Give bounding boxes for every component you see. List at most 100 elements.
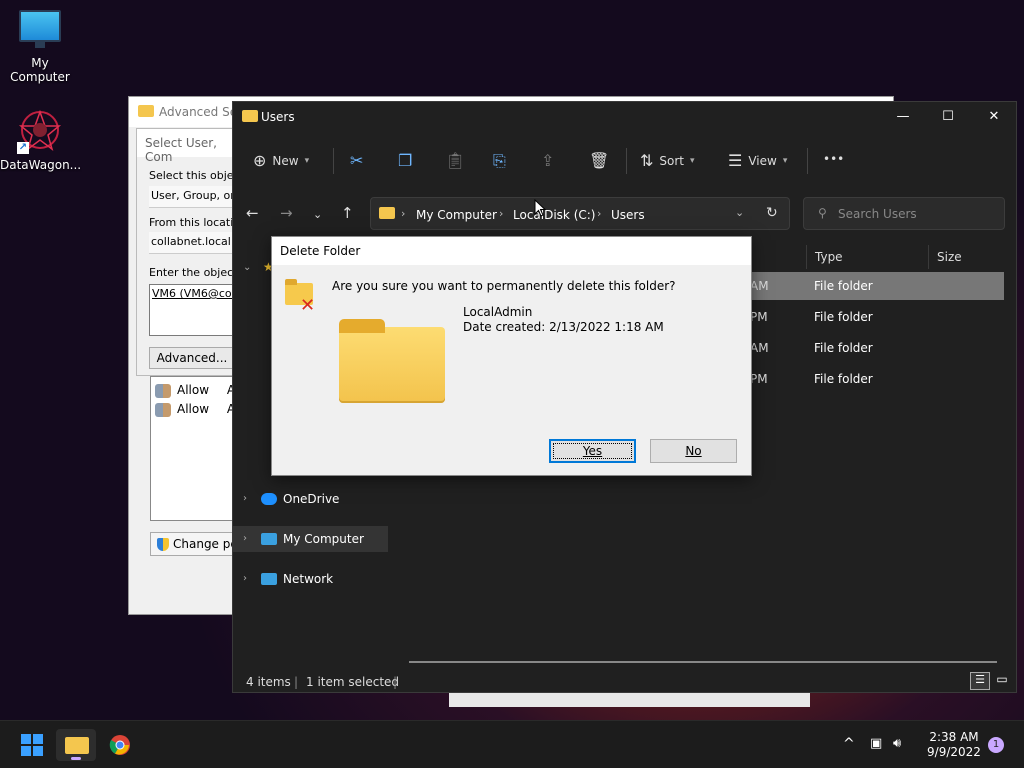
- item-count: 4 items: [246, 675, 291, 689]
- view-button[interactable]: ☰ View ▾: [728, 151, 787, 170]
- permission-entry[interactable]: Allow A: [155, 402, 235, 417]
- clock[interactable]: 2:38 AM 9/9/2022: [920, 730, 988, 760]
- nav-item-my-computer[interactable]: › My Computer: [233, 526, 388, 552]
- start-button[interactable]: [12, 729, 52, 761]
- permission-type: Allow: [177, 383, 210, 397]
- taskbar-chrome[interactable]: [100, 729, 140, 761]
- yes-label: Yes: [582, 444, 603, 458]
- cut-button[interactable]: ✂: [350, 151, 363, 170]
- breadcrumb-chevron-icon: ›: [401, 207, 406, 220]
- chevron-down-icon[interactable]: ⌄: [735, 206, 744, 219]
- chevron-down-icon: ▾: [304, 155, 310, 166]
- computer-icon: [261, 533, 277, 545]
- chevron-up-icon[interactable]: ^: [843, 736, 855, 752]
- copy-button[interactable]: ❐: [398, 151, 412, 170]
- active-indicator: [71, 757, 81, 760]
- table-row[interactable]: PM File folder: [744, 303, 1004, 331]
- notification-badge[interactable]: 1: [988, 737, 1004, 753]
- breadcrumb-users[interactable]: Users: [611, 208, 645, 222]
- search-input[interactable]: [838, 204, 998, 224]
- object-type-label: Select this object: [149, 169, 244, 182]
- no-button[interactable]: No: [650, 439, 737, 463]
- date-modified: AM: [750, 341, 769, 355]
- more-options-button[interactable]: •••: [823, 152, 844, 166]
- background-window-edge: [449, 693, 810, 707]
- nav-item-network[interactable]: › Network: [233, 566, 388, 592]
- file-type: File folder: [814, 341, 873, 355]
- plus-circle-icon: ⊕: [253, 151, 267, 170]
- breadcrumb-chevron-icon: ›: [499, 207, 504, 220]
- scissors-icon: ✂: [350, 151, 364, 170]
- table-row[interactable]: PM File folder: [744, 365, 1004, 393]
- column-header-size[interactable]: Size: [928, 245, 1008, 269]
- share-icon: ⇪: [541, 151, 555, 170]
- volume-icon[interactable]: 🔊︎: [893, 736, 901, 751]
- nav-item-label: Network: [283, 572, 334, 586]
- network-tray-icon[interactable]: ▣: [870, 736, 882, 751]
- nav-item-label: My Computer: [283, 532, 364, 546]
- paste-button[interactable]: 📋︎: [445, 151, 465, 170]
- nav-item-label: OneDrive: [283, 492, 340, 506]
- advanced-button[interactable]: Advanced...: [149, 347, 235, 369]
- folder-date-created: Date created: 2/13/2022 1:18 AM: [463, 320, 664, 334]
- confirm-question: Are you sure you want to permanently del…: [332, 279, 676, 293]
- back-button[interactable]: ←: [246, 204, 259, 222]
- breadcrumb-local-disk[interactable]: LocalDisk (C:): [513, 208, 595, 222]
- table-row[interactable]: AM File folder: [744, 334, 1004, 362]
- status-bar: 4 items | 1 item selected | ☰ ▭: [233, 672, 1016, 692]
- permission-entries-list: Allow A Allow A: [150, 376, 240, 521]
- minimize-button[interactable]: —: [880, 102, 926, 132]
- new-label: New: [272, 153, 299, 168]
- chevron-down-icon[interactable]: ⌄: [243, 262, 251, 273]
- change-permissions-button[interactable]: Change pe: [150, 532, 240, 556]
- large-folder-icon: [339, 319, 445, 403]
- red-x-icon: ✕: [300, 295, 316, 316]
- column-header-type[interactable]: Type: [806, 245, 921, 269]
- search-box[interactable]: ⚲: [803, 197, 1005, 230]
- share-button[interactable]: ⇪: [541, 151, 554, 170]
- explorer-titlebar[interactable]: Users — ☐ ✕: [233, 102, 1016, 132]
- maximize-button[interactable]: ☐: [925, 102, 971, 132]
- forward-button[interactable]: →: [280, 204, 293, 222]
- toolbar-separator: [807, 148, 808, 174]
- recent-locations-chevron-icon[interactable]: ⌄: [313, 208, 322, 221]
- desktop-icon-my-computer[interactable]: My Computer: [0, 10, 80, 84]
- refresh-icon[interactable]: ↻: [766, 205, 778, 221]
- status-separator: |: [294, 675, 299, 689]
- horizontal-scrollbar[interactable]: [409, 661, 997, 663]
- rename-icon: ⎘: [493, 151, 506, 170]
- folder-icon: [242, 110, 258, 122]
- details-view-icon[interactable]: ☰: [970, 672, 990, 690]
- delete-button[interactable]: 🗑︎: [589, 151, 609, 170]
- delete-folder-dialog: Delete Folder ✕ Are you sure you want to…: [271, 236, 752, 476]
- new-button[interactable]: ⊕ New ▾: [253, 151, 309, 170]
- sort-button[interactable]: ⇅ Sort ▾: [640, 151, 695, 170]
- toolbar-separator: [333, 148, 334, 174]
- file-type: File folder: [814, 279, 873, 293]
- chevron-right-icon: ›: [243, 573, 247, 584]
- users-icon: [155, 402, 171, 417]
- desktop-icon-datawagon[interactable]: ↗ DataWagon...: [0, 108, 81, 172]
- chrome-icon: [109, 735, 130, 755]
- address-bar[interactable]: › My Computer › LocalDisk (C:) › Users ⌄…: [370, 197, 790, 230]
- up-button[interactable]: ↑: [341, 204, 354, 222]
- breadcrumb-my-computer[interactable]: My Computer: [416, 208, 497, 222]
- chevron-down-icon: ▾: [690, 155, 695, 166]
- permission-entry[interactable]: Allow A: [155, 383, 235, 398]
- rename-button[interactable]: ⎘: [493, 151, 506, 171]
- close-button[interactable]: ✕: [971, 102, 1017, 132]
- yes-button[interactable]: Yes: [549, 439, 636, 463]
- dialog-title: Delete Folder: [272, 237, 751, 265]
- folder-icon: [379, 207, 395, 219]
- date-modified: PM: [750, 310, 768, 324]
- table-row[interactable]: AM File folder: [744, 272, 1004, 300]
- nav-item-onedrive[interactable]: › OneDrive: [233, 486, 388, 512]
- taskbar-file-explorer[interactable]: [56, 729, 96, 761]
- folder-icon: [65, 737, 89, 754]
- chevron-right-icon: ›: [243, 533, 247, 544]
- thumbnails-view-icon[interactable]: ▭: [993, 672, 1011, 690]
- folder-name: LocalAdmin: [463, 305, 533, 319]
- shortcut-arrow-icon: ↗: [17, 142, 29, 154]
- view-list-icon: ☰: [728, 151, 743, 170]
- cloud-icon: [261, 493, 277, 505]
